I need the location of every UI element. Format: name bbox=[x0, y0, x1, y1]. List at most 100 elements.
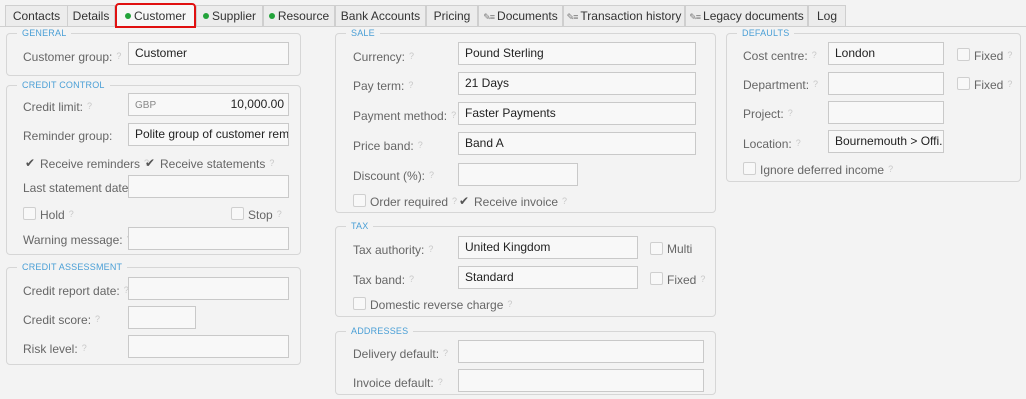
order-required-label: Order required? bbox=[370, 194, 457, 209]
help-icon[interactable]: ? bbox=[116, 51, 121, 61]
label-text: Tax band: bbox=[353, 273, 406, 287]
tab-legacy-documents[interactable]: ✎≡ Legacy documents bbox=[685, 5, 808, 27]
tab-label: Contacts bbox=[12, 9, 61, 23]
tab-label: Bank Accounts bbox=[340, 9, 421, 23]
help-icon[interactable]: ? bbox=[562, 196, 567, 206]
stop-checkbox[interactable] bbox=[231, 207, 244, 220]
tab-documents[interactable]: ✎≡ Documents bbox=[478, 5, 563, 27]
tab-resource[interactable]: Resource bbox=[263, 5, 335, 27]
tax-band-field[interactable]: Standard bbox=[458, 266, 638, 289]
credit-report-date-field[interactable] bbox=[128, 277, 289, 300]
hold-checkbox[interactable] bbox=[23, 207, 36, 220]
help-icon[interactable]: ? bbox=[438, 377, 443, 387]
receive-invoice-check-icon[interactable]: ✔ bbox=[459, 194, 469, 208]
project-field[interactable] bbox=[828, 101, 944, 124]
label-text: Discount (%): bbox=[353, 169, 426, 183]
label-text: Domestic reverse charge bbox=[370, 298, 504, 312]
tab-details[interactable]: Details bbox=[67, 5, 115, 27]
label-text: Order required bbox=[370, 195, 449, 209]
help-icon[interactable]: ? bbox=[428, 244, 433, 254]
cost-centre-fixed-checkbox[interactable] bbox=[957, 48, 970, 61]
credit-score-field[interactable] bbox=[128, 306, 196, 329]
label-text: Price band: bbox=[353, 139, 414, 153]
label-text: Stop bbox=[248, 208, 273, 222]
cost-centre-fixed-label: Fixed? bbox=[974, 48, 1012, 63]
tab-pricing[interactable]: Pricing bbox=[426, 5, 478, 27]
tax-authority-field[interactable]: United Kingdom bbox=[458, 236, 638, 259]
tab-contacts[interactable]: Contacts bbox=[5, 5, 68, 27]
discount-field[interactable] bbox=[458, 163, 578, 186]
label-text: Fixed bbox=[667, 273, 697, 287]
payment-method-label: Payment method:? bbox=[353, 108, 456, 123]
help-icon[interactable]: ? bbox=[418, 140, 423, 150]
help-icon[interactable]: ? bbox=[277, 209, 282, 219]
help-icon[interactable]: ? bbox=[409, 274, 414, 284]
receive-statements-check-icon[interactable]: ✔ bbox=[145, 156, 155, 170]
label-text: Customer group: bbox=[23, 50, 113, 64]
warning-message-field[interactable] bbox=[128, 227, 289, 250]
help-icon[interactable]: ? bbox=[409, 51, 414, 61]
help-icon[interactable]: ? bbox=[888, 164, 893, 174]
label-text: Cost centre: bbox=[743, 49, 808, 63]
help-icon[interactable]: ? bbox=[408, 80, 413, 90]
help-icon[interactable]: ? bbox=[700, 274, 705, 284]
location-label: Location:? bbox=[743, 136, 801, 151]
label-text: Ignore deferred income bbox=[760, 163, 885, 177]
customer-group-field[interactable]: Customer bbox=[128, 42, 289, 65]
help-icon[interactable]: ? bbox=[507, 299, 512, 309]
ignore-deferred-label: Ignore deferred income? bbox=[760, 162, 893, 177]
risk-level-field[interactable] bbox=[128, 335, 289, 358]
delivery-default-field[interactable] bbox=[458, 340, 704, 363]
multi-checkbox[interactable] bbox=[650, 242, 663, 255]
help-icon[interactable]: ? bbox=[429, 170, 434, 180]
invoice-default-field[interactable] bbox=[458, 369, 704, 392]
tab-label: Customer bbox=[133, 9, 186, 23]
help-icon[interactable]: ? bbox=[796, 138, 801, 148]
currency-label: Currency:? bbox=[353, 49, 414, 64]
location-field[interactable]: Bournemouth > Offi... bbox=[828, 130, 944, 153]
help-icon[interactable]: ? bbox=[87, 101, 92, 111]
currency-field[interactable]: Pound Sterling bbox=[458, 42, 696, 65]
credit-control-group: CREDIT CONTROL Credit limit:? GBP 10,000… bbox=[6, 80, 301, 255]
label-text: Risk level: bbox=[23, 342, 78, 356]
warning-message-label: Warning message:? bbox=[23, 232, 132, 247]
help-icon[interactable]: ? bbox=[452, 196, 457, 206]
general-group: GENERAL Customer group:? Customer bbox=[6, 28, 301, 76]
tab-label: Log bbox=[816, 9, 838, 23]
help-icon[interactable]: ? bbox=[95, 314, 100, 324]
help-icon[interactable]: ? bbox=[1007, 50, 1012, 60]
help-icon[interactable]: ? bbox=[788, 108, 793, 118]
tab-label: Documents bbox=[497, 9, 558, 23]
cost-centre-field[interactable]: London bbox=[828, 42, 944, 65]
order-required-checkbox[interactable] bbox=[353, 194, 366, 207]
help-icon[interactable]: ? bbox=[813, 79, 818, 89]
help-icon[interactable]: ? bbox=[812, 50, 817, 60]
tab-transaction-history[interactable]: ✎≡ Transaction history bbox=[563, 5, 685, 27]
label-text: Receive statements bbox=[160, 157, 266, 171]
department-fixed-checkbox[interactable] bbox=[957, 77, 970, 90]
tab-customer[interactable]: Customer bbox=[115, 3, 196, 28]
last-statement-date-field[interactable] bbox=[128, 175, 289, 198]
payment-method-field[interactable]: Faster Payments bbox=[458, 102, 696, 125]
help-icon[interactable]: ? bbox=[1007, 79, 1012, 89]
price-band-field[interactable]: Band A bbox=[458, 132, 696, 155]
ignore-deferred-checkbox[interactable] bbox=[743, 162, 756, 175]
help-icon[interactable]: ? bbox=[269, 158, 274, 168]
department-field[interactable] bbox=[828, 72, 944, 95]
tax-fixed-checkbox[interactable] bbox=[650, 272, 663, 285]
tab-bank-accounts[interactable]: Bank Accounts bbox=[335, 5, 426, 27]
department-label: Department:? bbox=[743, 77, 818, 92]
tab-supplier[interactable]: Supplier bbox=[196, 5, 263, 27]
help-icon[interactable]: ? bbox=[69, 209, 74, 219]
help-icon[interactable]: ? bbox=[451, 110, 456, 120]
receive-reminders-check-icon[interactable]: ✔ bbox=[25, 156, 35, 170]
help-icon[interactable]: ? bbox=[443, 348, 448, 358]
reminder-group-field[interactable]: Polite group of customer rem... bbox=[128, 123, 289, 146]
tab-log[interactable]: Log bbox=[808, 5, 846, 27]
credit-limit-field[interactable]: GBP 10,000.00 bbox=[128, 93, 289, 116]
help-icon[interactable]: ? bbox=[82, 343, 87, 353]
credit-report-date-label: Credit report date:? bbox=[23, 283, 129, 298]
credit-limit-label: Credit limit:? bbox=[23, 99, 92, 114]
domestic-reverse-checkbox[interactable] bbox=[353, 297, 366, 310]
pay-term-field[interactable]: 21 Days bbox=[458, 72, 696, 95]
